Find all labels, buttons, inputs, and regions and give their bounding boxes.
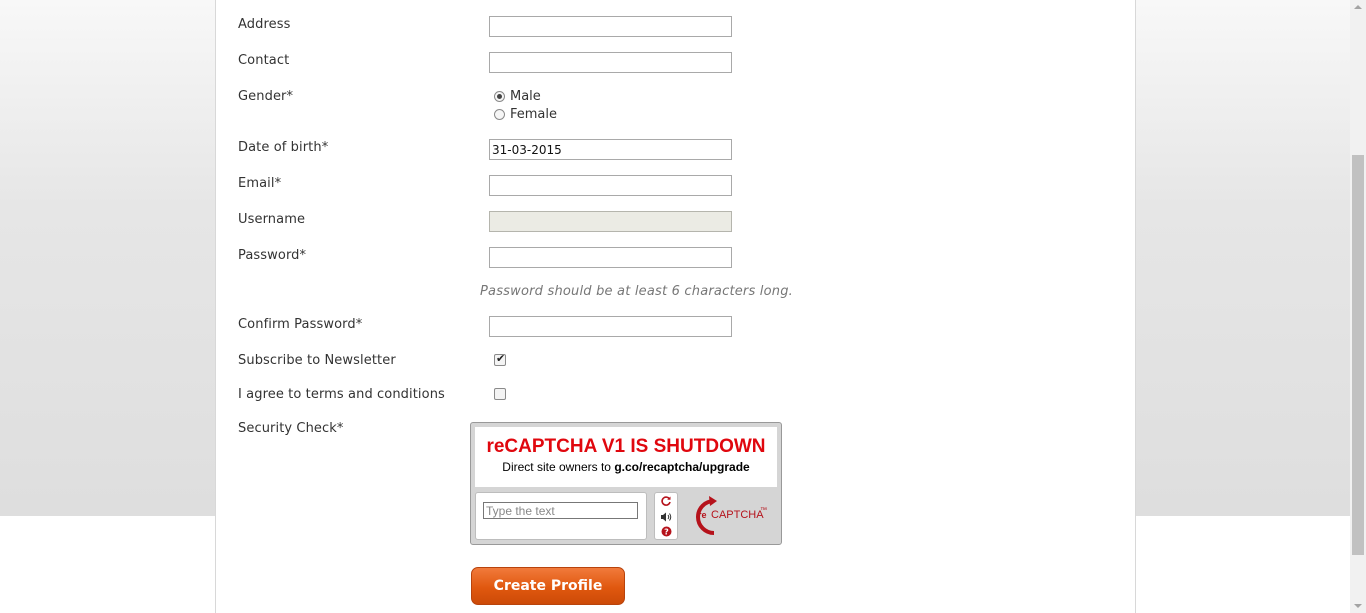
recaptcha-logo-re: re xyxy=(698,510,707,520)
recaptcha-widget: reCAPTCHA V1 IS SHUTDOWN Direct site own… xyxy=(470,422,782,545)
create-profile-button[interactable]: Create Profile xyxy=(471,567,625,605)
newsletter-checkbox[interactable]: ✔ xyxy=(494,352,506,366)
address-input[interactable] xyxy=(489,16,732,37)
newsletter-label: Subscribe to Newsletter xyxy=(238,353,396,368)
email-input[interactable] xyxy=(489,175,732,196)
svg-text:?: ? xyxy=(664,528,669,537)
speaker-icon[interactable] xyxy=(655,509,677,524)
checkmark-icon: ✔ xyxy=(496,352,506,365)
password-input[interactable] xyxy=(489,247,732,268)
recaptcha-input-box xyxy=(475,492,647,540)
newsletter-row: Subscribe to Newsletter ✔ xyxy=(238,352,1098,374)
confirm-password-input[interactable] xyxy=(489,316,732,337)
recaptcha-logo-tm: ™ xyxy=(760,507,767,514)
email-row: Email* xyxy=(238,175,1098,197)
username-row: Username xyxy=(238,211,1098,233)
terms-checkbox[interactable] xyxy=(494,388,506,400)
recaptcha-logo-captcha: CAPTCHA xyxy=(711,509,764,521)
password-row: Password* xyxy=(238,247,1098,269)
gender-label: Gender* xyxy=(238,89,294,104)
recaptcha-input[interactable] xyxy=(483,502,638,519)
dob-input[interactable] xyxy=(489,139,732,160)
recaptcha-upgrade-link[interactable]: g.co/recaptcha/upgrade xyxy=(614,460,749,474)
address-row: Address xyxy=(238,16,1098,38)
recaptcha-message: reCAPTCHA V1 IS SHUTDOWN Direct site own… xyxy=(475,427,777,487)
confirm-password-row: Confirm Password* xyxy=(238,316,1098,338)
contact-input[interactable] xyxy=(489,52,732,73)
registration-form: Address Contact Gender* Male Female Date… xyxy=(215,0,1136,613)
question-icon[interactable]: ? xyxy=(655,524,677,539)
username-label: Username xyxy=(238,212,306,227)
recaptcha-subtitle-prefix: Direct site owners to xyxy=(502,460,615,474)
male-radio[interactable] xyxy=(494,91,505,102)
dob-row: Date of birth* xyxy=(238,139,1098,161)
password-label: Password* xyxy=(238,248,307,263)
terms-label: I agree to terms and conditions xyxy=(238,387,445,402)
female-radio[interactable] xyxy=(494,109,505,120)
confirm-password-label: Confirm Password* xyxy=(238,317,363,332)
address-label: Address xyxy=(238,17,291,32)
refresh-icon[interactable] xyxy=(655,493,677,508)
contact-row: Contact xyxy=(238,52,1098,74)
scroll-down-icon[interactable] xyxy=(1354,604,1362,608)
dob-label: Date of birth* xyxy=(238,140,329,155)
scroll-up-icon[interactable] xyxy=(1354,5,1362,9)
recaptcha-logo: re CAPTCHA ™ xyxy=(684,495,776,539)
terms-row: I agree to terms and conditions xyxy=(238,386,1098,408)
recaptcha-controls: ? xyxy=(654,492,678,540)
email-label: Email* xyxy=(238,176,282,191)
recaptcha-subtitle: Direct site owners to g.co/recaptcha/upg… xyxy=(475,460,777,474)
recaptcha-title: reCAPTCHA V1 IS SHUTDOWN xyxy=(486,436,766,457)
username-input xyxy=(489,211,732,232)
page-scrollbar[interactable] xyxy=(1350,0,1366,613)
password-hint: Password should be at least 6 characters… xyxy=(480,284,793,299)
female-label: Female xyxy=(510,107,558,122)
scroll-thumb[interactable] xyxy=(1352,155,1364,555)
security-label: Security Check* xyxy=(238,421,344,436)
gender-row: Gender* Male Female xyxy=(238,88,1098,124)
male-label: Male xyxy=(510,89,541,104)
contact-label: Contact xyxy=(238,53,290,68)
